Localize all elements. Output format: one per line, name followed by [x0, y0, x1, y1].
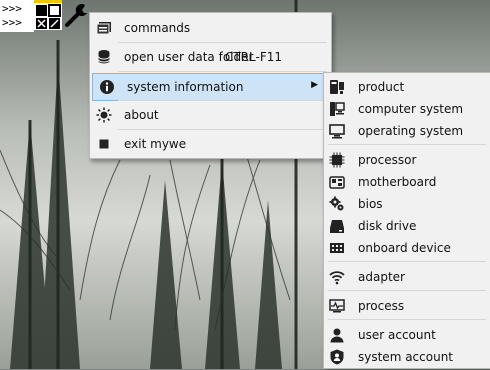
prompt-arrows: >>> >>> — [0, 0, 34, 32]
user-icon — [329, 327, 345, 343]
activity-monitor-icon — [329, 298, 345, 314]
desktop-tower-icon — [329, 101, 345, 117]
submenu-item-label: process — [358, 299, 405, 313]
stop-icon — [96, 136, 112, 152]
phone-monitor-icon — [329, 79, 345, 95]
wifi-icon — [329, 269, 345, 285]
submenu-item-label: bios — [358, 197, 383, 211]
monitor-icon — [329, 123, 345, 139]
submenu-separator — [328, 144, 486, 145]
shortcut-text: CTRL-F11 — [224, 50, 282, 64]
submenu-item-adapter[interactable]: adapter — [324, 264, 490, 290]
menu-item-label: system information — [127, 80, 244, 94]
prompt-line-1: >>> — [2, 2, 22, 15]
context-menu: commands open user data folder CTRL-F11 … — [89, 12, 332, 159]
submenu-item-operating-system[interactable]: operating system — [324, 118, 490, 144]
menu-item-label: exit mywe — [124, 137, 187, 151]
submenu-item-label: processor — [358, 153, 417, 167]
lightbulb-icon — [96, 107, 112, 123]
motherboard-icon — [329, 174, 345, 190]
menu-separator — [118, 71, 327, 72]
database-icon — [96, 49, 112, 65]
submenu-separator — [328, 290, 486, 291]
wrench-icon[interactable] — [64, 2, 90, 28]
submenu-arrow-icon: ▶ — [311, 80, 318, 90]
shield-user-icon — [329, 349, 345, 365]
submenu-item-label: disk drive — [358, 219, 417, 233]
submenu-item-process[interactable]: process — [324, 293, 490, 319]
prompt-line-2: >>> — [2, 16, 22, 29]
hard-drive-icon — [329, 218, 345, 234]
menu-separator — [118, 129, 327, 130]
menu-separator — [118, 100, 327, 101]
submenu-item-label: product — [358, 80, 405, 94]
menu-item-label: about — [124, 108, 159, 122]
menu-separator — [118, 42, 327, 43]
system-information-submenu: product computer system operating system… — [323, 72, 490, 369]
submenu-item-label: motherboard — [358, 175, 437, 189]
submenu-item-label: operating system — [358, 124, 464, 138]
menu-item-commands[interactable]: commands — [90, 15, 331, 41]
submenu-item-label: adapter — [358, 270, 405, 284]
toolbar-widget: >>> >>> — [0, 0, 92, 32]
submenu-item-onboard-device[interactable]: onboard device — [324, 235, 490, 261]
menu-item-about[interactable]: about — [90, 102, 331, 128]
submenu-item-label: system account — [358, 350, 454, 364]
info-icon — [99, 79, 115, 95]
menu-item-exit-mywe[interactable]: exit mywe — [90, 131, 331, 157]
window-icon — [96, 20, 112, 36]
menu-item-system-information[interactable]: system information ▶ — [92, 73, 329, 101]
submenu-separator — [328, 261, 486, 262]
menu-item-open-user-data-folder[interactable]: open user data folder CTRL-F11 — [90, 44, 331, 70]
cpu-icon — [329, 152, 345, 168]
tiles-icon[interactable] — [34, 0, 62, 30]
submenu-item-system-account[interactable]: system account — [324, 344, 490, 370]
submenu-item-label: user account — [358, 328, 436, 342]
chip-icon — [329, 240, 345, 256]
submenu-separator — [328, 319, 486, 320]
submenu-item-label: computer system — [358, 102, 464, 116]
gears-icon — [329, 196, 345, 212]
menu-item-label: commands — [124, 21, 191, 35]
submenu-item-label: onboard device — [358, 241, 451, 255]
